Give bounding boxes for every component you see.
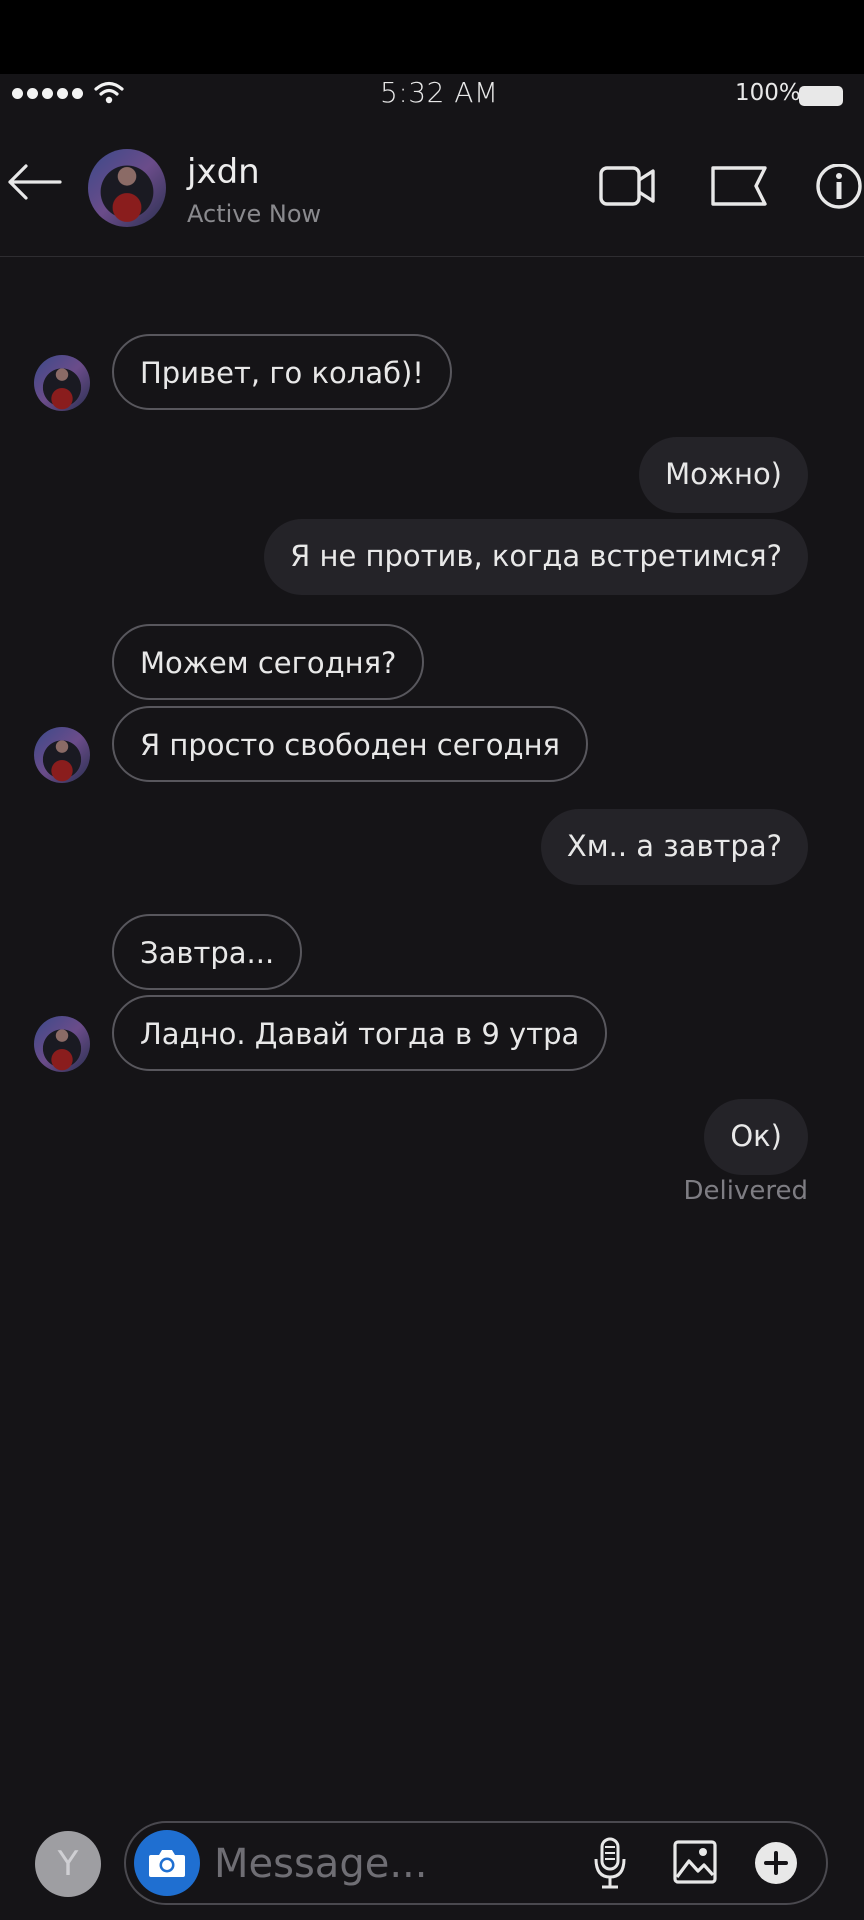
message-incoming[interactable]: Я просто свободен сегодня: [112, 706, 588, 782]
contact-avatar-small[interactable]: [34, 1016, 90, 1072]
camera-button[interactable]: [134, 1830, 200, 1896]
contact-avatar[interactable]: [88, 149, 166, 227]
info-icon[interactable]: [814, 164, 864, 214]
video-call-icon[interactable]: [598, 164, 656, 208]
plus-icon[interactable]: [754, 1841, 798, 1885]
battery-icon: [799, 86, 843, 106]
chat-header: jxdn Active Now: [0, 116, 864, 257]
camera-icon: [149, 1850, 185, 1877]
battery-percent: 100%: [735, 80, 801, 106]
top-band: [0, 0, 864, 74]
message-incoming[interactable]: Привет, го колаб)!: [112, 334, 452, 410]
message-composer: [124, 1821, 828, 1905]
message-outgoing[interactable]: Можно): [639, 437, 808, 513]
status-time: 5:32 AM: [380, 76, 499, 109]
message-outgoing[interactable]: Хм.. а завтра?: [540, 809, 808, 885]
wifi-icon: [94, 81, 124, 104]
message-input[interactable]: [212, 1833, 546, 1895]
delivery-status: Delivered: [683, 1176, 808, 1206]
message-outgoing[interactable]: Ок): [704, 1099, 808, 1175]
message-incoming[interactable]: Ладно. Давай тогда в 9 утра: [112, 995, 608, 1071]
message-outgoing[interactable]: Я не против, когда встретимся?: [264, 519, 808, 595]
contact-status: Active Now: [187, 200, 322, 228]
flag-icon[interactable]: [710, 164, 768, 208]
microphone-icon[interactable]: [592, 1837, 628, 1889]
message-incoming[interactable]: Можем сегодня?: [112, 624, 425, 700]
user-avatar[interactable]: Y: [35, 1831, 101, 1897]
signal-dots-icon: [12, 88, 83, 99]
message-incoming[interactable]: Завтра...: [112, 914, 303, 990]
status-bar: 5:32 AM 100%: [0, 74, 864, 116]
image-icon[interactable]: [672, 1839, 718, 1885]
contact-avatar-small[interactable]: [34, 727, 90, 783]
back-arrow-icon[interactable]: [4, 162, 64, 202]
contact-name[interactable]: jxdn: [187, 152, 260, 192]
contact-avatar-small[interactable]: [34, 355, 90, 411]
